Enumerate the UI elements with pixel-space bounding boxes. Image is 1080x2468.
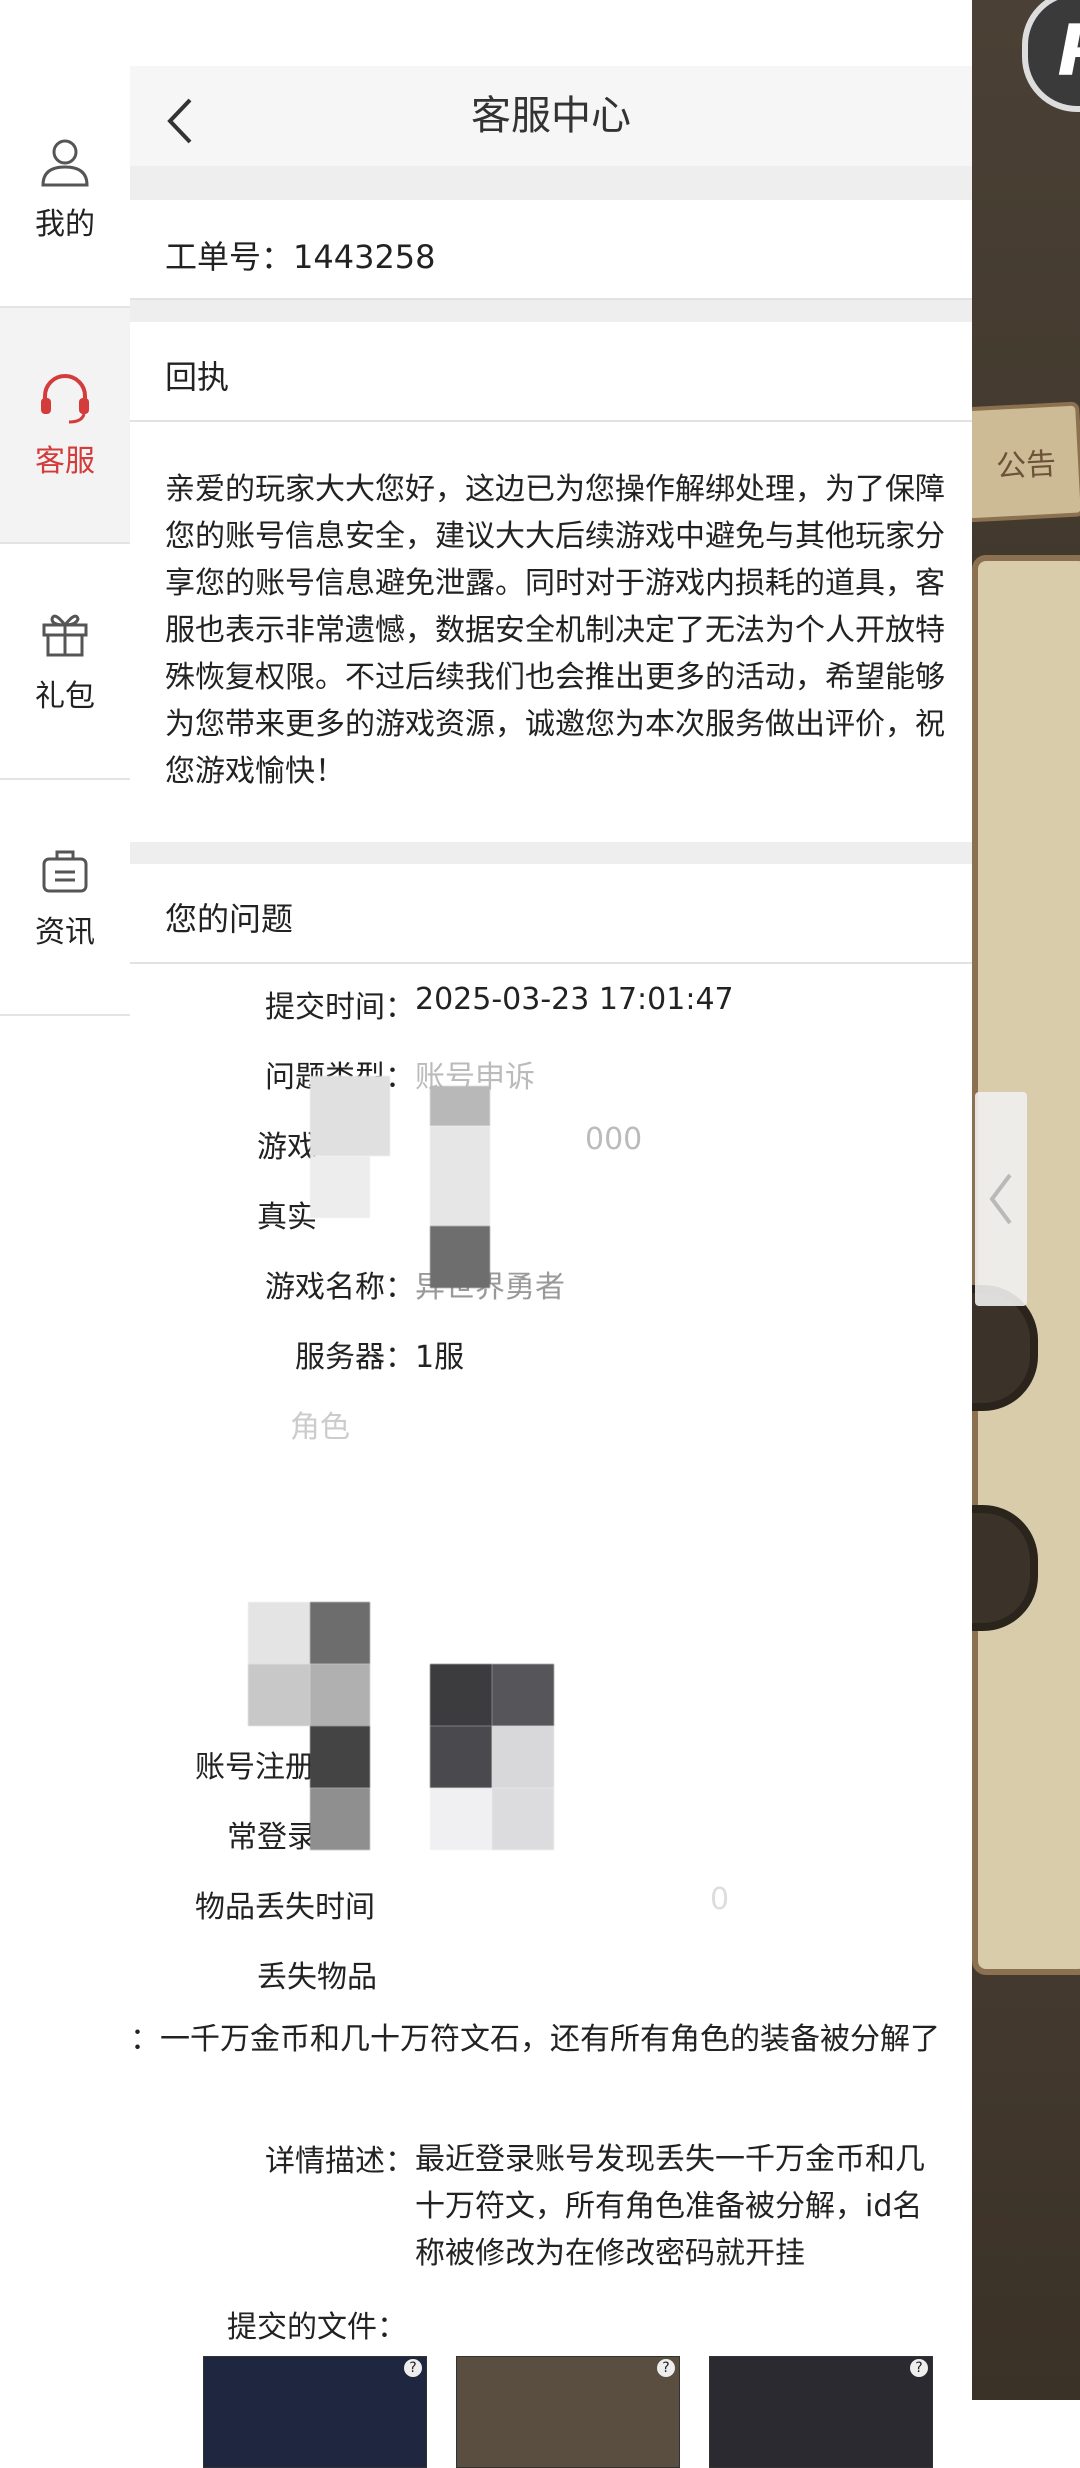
nav-label-service: 客服	[35, 444, 95, 479]
game-id-value: 000	[585, 1122, 643, 1157]
account-register-label: 账号注册	[195, 1750, 315, 1785]
side-nav: 我的 客服 礼包 资讯	[0, 0, 130, 2400]
ticket-number: 工单号：1443258	[165, 238, 436, 276]
game-name-label: 游戏名称：	[265, 1270, 415, 1305]
redaction-block	[430, 1664, 492, 1726]
attachment-thumbnail[interactable]: ?	[203, 2356, 427, 2468]
nav-item-mine[interactable]: 我的	[0, 72, 130, 308]
reply-body: 亲爱的玩家大大您好，这边已为您操作解绑处理，为了保障您的账号信息安全，建议大大后…	[165, 472, 945, 789]
divider	[130, 962, 972, 964]
redaction-block	[248, 1664, 310, 1726]
help-icon: ?	[404, 2359, 422, 2377]
user-icon	[41, 139, 89, 187]
nav-item-news[interactable]: 资讯	[0, 780, 130, 1016]
lost-time-value: 0	[710, 1882, 730, 1917]
redaction-block	[310, 1602, 370, 1664]
redaction-block	[310, 1788, 370, 1850]
section-gap	[130, 300, 972, 322]
gift-icon	[42, 614, 88, 657]
nav-item-gift[interactable]: 礼包	[0, 544, 130, 780]
redaction-block	[248, 1602, 310, 1664]
service-panel: 客服中心 工单号：1443258 回执 亲爱的玩家大大您好，这边已为您操作解绑处…	[130, 66, 972, 2468]
news-bag-icon	[42, 850, 88, 893]
attachment-thumbnail[interactable]: ?	[456, 2356, 680, 2468]
server-value: 1服	[415, 1340, 465, 1375]
headset-icon	[41, 374, 89, 424]
redaction-block	[430, 1788, 492, 1850]
redaction-block	[430, 1126, 490, 1226]
collapse-panel-tab[interactable]	[975, 1092, 1027, 1306]
detail-value: 最近登录账号发现丢失一千万金币和几十万符文，所有角色准备被分解，id名称被修改为…	[415, 2142, 925, 2271]
redaction-block	[492, 1726, 554, 1788]
section-gap	[130, 842, 972, 864]
attachment-thumbnail[interactable]: ?	[709, 2356, 933, 2468]
page-title: 客服中心	[471, 93, 631, 139]
nav-label-mine: 我的	[35, 207, 95, 242]
chevron-left-icon	[167, 98, 192, 144]
real-name-label: 真实	[257, 1200, 317, 1235]
detail-label: 详情描述：	[265, 2144, 415, 2179]
redaction-block	[430, 1086, 490, 1126]
reply-heading: 回执	[165, 358, 230, 396]
role-label: 角色	[290, 1410, 350, 1445]
section-gap	[130, 166, 972, 200]
submit-time-label: 提交时间：	[265, 990, 415, 1025]
redaction-block	[310, 1156, 370, 1218]
help-icon: ?	[910, 2359, 928, 2377]
lost-items-label: 丢失物品	[257, 1960, 377, 1995]
game-logo: P	[1022, 0, 1080, 112]
redaction-block	[492, 1788, 554, 1850]
nav-label-gift: 礼包	[35, 679, 95, 714]
nav-label-news: 资讯	[35, 915, 95, 950]
divider	[130, 420, 972, 422]
lost-time-label: 物品丢失时间	[195, 1890, 375, 1925]
redaction-block	[310, 1726, 370, 1788]
notice-board[interactable]: 公告	[972, 401, 1080, 524]
question-heading: 您的问题	[165, 900, 294, 938]
redaction-block	[310, 1076, 390, 1156]
help-icon: ?	[657, 2359, 675, 2377]
redaction-block	[430, 1226, 490, 1288]
game-id-label: 游戏	[257, 1130, 317, 1165]
files-label: 提交的文件：	[227, 2310, 407, 2345]
redaction-block	[492, 1664, 554, 1726]
lost-items-value: ：一千万金币和几十万符文石，还有所有角色的装备被分解了	[130, 2022, 940, 2057]
nav-item-service[interactable]: 客服	[0, 308, 130, 544]
submit-time-value: 2025-03-23 17:01:47	[415, 982, 734, 1017]
header-bar: 客服中心	[130, 66, 972, 166]
redaction-block	[310, 1664, 370, 1726]
redaction-block	[430, 1726, 492, 1788]
chevron-left-icon	[989, 1173, 1012, 1225]
back-button[interactable]	[160, 96, 200, 146]
server-label: 服务器：	[295, 1340, 415, 1375]
